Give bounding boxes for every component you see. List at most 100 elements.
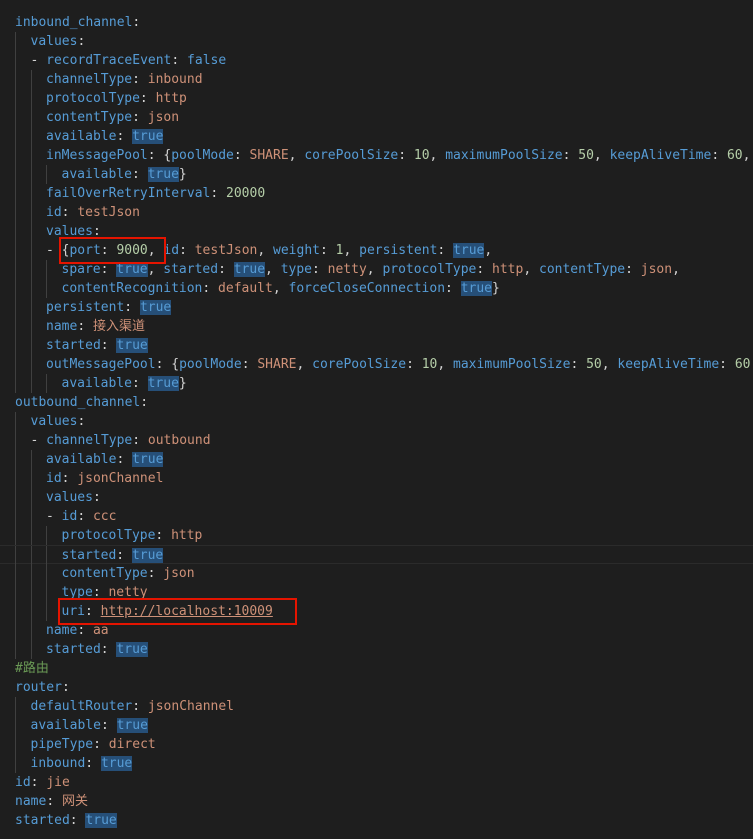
code-line[interactable]: name: 接入渠道	[0, 317, 753, 336]
code-line[interactable]: inbound: true	[0, 754, 753, 773]
code-line[interactable]: outbound_channel:	[0, 393, 753, 412]
yaml-key: inbound_channel	[15, 15, 133, 30]
code-line[interactable]: id: jie	[0, 773, 753, 792]
code-line[interactable]: spare: true, started: true, type: netty,…	[0, 260, 753, 279]
code-line[interactable]: #路由	[0, 659, 753, 678]
code-line[interactable]: id: testJson	[0, 203, 753, 222]
code-line[interactable]: started: true	[0, 811, 753, 830]
yaml-string-value: 接入渠道	[92, 319, 145, 334]
code-line-content: available: true	[46, 127, 164, 146]
code-line[interactable]: name: aa	[0, 621, 753, 640]
code-line[interactable]: - id: ccc	[0, 507, 753, 526]
code-line[interactable]: channelType: inbound	[0, 70, 753, 89]
yaml-punctuation: :	[93, 737, 109, 752]
yaml-punctuation: ,	[147, 243, 164, 258]
yaml-boolean-value: true	[116, 262, 148, 277]
indent-guide	[15, 146, 16, 165]
code-line[interactable]: available: true	[0, 716, 753, 735]
code-line-content: spare: true, started: true, type: netty,…	[62, 260, 680, 279]
code-line[interactable]: - channelType: outbound	[0, 431, 753, 450]
indent-guide	[15, 640, 16, 659]
uri-link[interactable]: http://localhost:10009	[101, 604, 273, 619]
yaml-punctuation: :	[84, 604, 101, 619]
code-line-content: type: netty	[62, 583, 148, 602]
code-line[interactable]: contentRecognition: default, forceCloseC…	[0, 279, 753, 298]
code-line[interactable]: started: true	[0, 640, 753, 659]
yaml-punctuation: :	[132, 699, 148, 714]
code-line[interactable]: available: true	[0, 127, 753, 146]
code-line-content: values:	[31, 412, 86, 431]
code-line[interactable]: protocolType: http	[0, 89, 753, 108]
yaml-punctuation: ,	[257, 243, 274, 258]
code-line[interactable]: started: true	[0, 545, 753, 565]
yaml-boolean-value: true	[139, 300, 172, 315]
code-line[interactable]: values:	[0, 222, 753, 241]
code-line[interactable]: contentType: json	[0, 108, 753, 127]
code-line-content: persistent: true	[46, 298, 172, 317]
code-line[interactable]: available: true}	[0, 374, 753, 393]
yaml-key: outMessagePool	[46, 357, 156, 372]
yaml-key: contentType	[539, 262, 626, 277]
yaml-punctuation: :	[171, 53, 188, 68]
indent-guide	[30, 165, 32, 184]
indent-guide	[46, 279, 47, 298]
yaml-string-value: ccc	[92, 509, 117, 524]
code-line[interactable]: pipeType: direct	[0, 735, 753, 754]
indent-guide	[30, 222, 32, 241]
code-line[interactable]: protocolType: http	[0, 526, 753, 545]
yaml-key: available	[46, 452, 117, 467]
yaml-punctuation: :	[625, 262, 641, 277]
indent-guide	[15, 526, 16, 545]
code-line-content: started: true	[46, 640, 148, 659]
code-line[interactable]: name: 网关	[0, 792, 753, 811]
yaml-boolean-value: true	[132, 129, 164, 144]
code-line[interactable]: outMessagePool: {poolMode: SHARE, corePo…	[0, 355, 753, 374]
code-line[interactable]: inMessagePool: {poolMode: SHARE, corePoo…	[0, 146, 753, 165]
yaml-key: type	[61, 585, 93, 600]
code-line-content: - {port: 9000, id: testJson, weight: 1, …	[46, 241, 492, 260]
code-line[interactable]: values:	[0, 412, 753, 431]
yaml-key: keepAliveTime	[609, 148, 712, 163]
indent-guide	[15, 222, 16, 241]
yaml-punctuation: :	[30, 775, 47, 790]
code-line[interactable]: type: netty	[0, 583, 753, 602]
code-line[interactable]: contentType: json	[0, 564, 753, 583]
yaml-code-editor[interactable]: - inbound_channel:values:- recordTraceEv…	[0, 0, 753, 839]
code-line[interactable]: id: jsonChannel	[0, 469, 753, 488]
indent-guide	[30, 336, 32, 355]
code-line[interactable]: available: true	[0, 450, 753, 469]
code-line[interactable]: persistent: true	[0, 298, 753, 317]
code-line[interactable]: uri: http://localhost:10009	[0, 602, 753, 621]
indent-guide	[15, 754, 16, 773]
yaml-punctuation: :	[77, 319, 93, 334]
yaml-punctuation: ,	[296, 357, 313, 372]
yaml-key: available	[30, 718, 101, 733]
code-line[interactable]: inbound_channel:	[0, 13, 753, 32]
yaml-string-value: http	[171, 528, 203, 543]
yaml-string-value: http	[155, 91, 187, 106]
yaml-boolean-value: true	[131, 548, 164, 563]
code-line[interactable]: started: true	[0, 336, 753, 355]
code-line-content: started: true	[46, 336, 148, 355]
code-line[interactable]: defaultRouter: jsonChannel	[0, 697, 753, 716]
code-line[interactable]: - {port: 9000, id: testJson, weight: 1, …	[0, 241, 753, 260]
code-line[interactable]: router:	[0, 678, 753, 697]
yaml-key: persistent	[359, 243, 438, 258]
indent-guide	[30, 203, 32, 222]
indent-guide	[30, 184, 32, 203]
code-line[interactable]: failOverRetryInterval: 20000	[0, 184, 753, 203]
code-line[interactable]: values:	[0, 488, 753, 507]
indent-guide	[15, 564, 16, 583]
yaml-key: poolMode	[179, 357, 242, 372]
yaml-punctuation: :	[77, 623, 93, 638]
yaml-key: persistent	[46, 300, 125, 315]
code-line[interactable]: available: true}	[0, 165, 753, 184]
code-line-content: id: jie	[15, 773, 70, 792]
yaml-punctuation: :	[140, 395, 149, 410]
yaml-punctuation: }	[178, 376, 187, 391]
code-line[interactable]: values:	[0, 32, 753, 51]
indent-guide	[30, 317, 32, 336]
yaml-key: available	[61, 376, 132, 391]
yaml-punctuation: :	[406, 357, 422, 372]
code-line[interactable]: - recordTraceEvent: false	[0, 51, 753, 70]
